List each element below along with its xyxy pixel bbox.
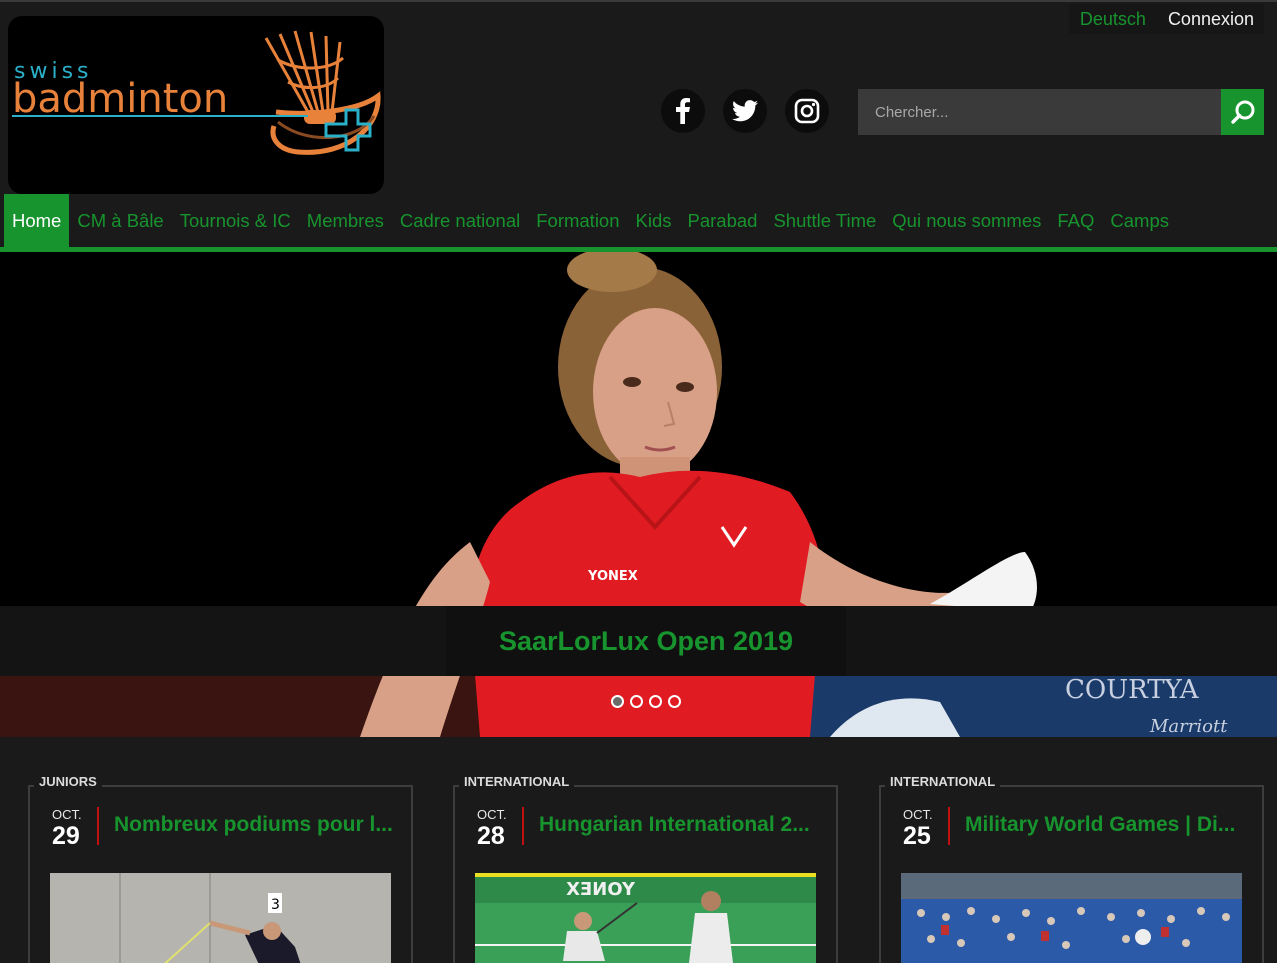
search-button[interactable] [1221,89,1264,135]
news-day: 25 [903,822,931,850]
news-category[interactable]: JUNIORS [34,771,102,793]
news-thumbnail[interactable]: YONEX [475,873,816,963]
news-date: OCT. 28 [477,807,525,849]
news-date: OCT. 25 [903,807,951,849]
slider-pagination [611,695,681,708]
news-thumbnail[interactable]: 3 [50,873,391,963]
search-bar [858,89,1264,135]
news-category[interactable]: INTERNATIONAL [885,771,1001,793]
slider-dot-4[interactable] [668,695,681,708]
date-separator [97,807,99,845]
news-thumbnail[interactable] [901,873,1242,963]
news-date: OCT. 29 [52,807,100,849]
news-title[interactable]: Hungarian International 2... [539,813,829,837]
logo-text-badminton: badminton [12,76,228,122]
nav-item-qui-nous-sommes[interactable]: Qui nous sommes [884,194,1049,247]
slider-dot-3[interactable] [649,695,662,708]
main-nav: Home CM à Bâle Tournois & IC Membres Cad… [4,194,1177,247]
slide-caption-text: SaarLorLux Open 2019 [498,625,794,656]
nav-item-membres[interactable]: Membres [299,194,392,247]
news-month: OCT. [52,807,82,822]
search-input[interactable] [858,89,1221,135]
instagram-icon[interactable] [785,89,829,133]
nav-item-cm-bale[interactable]: CM à Bâle [69,194,171,247]
facebook-icon[interactable] [661,89,705,133]
news-card[interactable]: INTERNATIONAL OCT. 25 Military World Gam… [879,771,1264,963]
news-title[interactable]: Military World Games | Di... [965,813,1255,837]
news-month: OCT. [903,807,933,822]
slider-dot-1[interactable] [611,695,624,708]
slider-dot-2[interactable] [630,695,643,708]
nav-item-tournois[interactable]: Tournois & IC [172,194,299,247]
hero-slider[interactable]: COURTYA Marriott YONEX SaarLorLux Open 2… [0,252,1277,737]
svg-text:COURTYA: COURTYA [1065,675,1200,705]
top-links: Deutsch Connexion [1068,4,1264,34]
nav-item-kids[interactable]: Kids [628,194,680,247]
social-links [661,89,829,133]
login-link[interactable]: Connexion [1157,4,1264,34]
date-separator [948,807,950,845]
nav-item-parabad[interactable]: Parabad [680,194,766,247]
news-day: 28 [477,822,505,850]
search-icon [1230,100,1254,124]
news-category[interactable]: INTERNATIONAL [459,771,575,793]
top-border [0,0,1277,2]
swiss-badminton-logo: swiss badminton [12,30,381,155]
nav-item-home[interactable]: Home [4,194,70,247]
slide-caption[interactable]: SaarLorLux Open 2019 [446,606,846,676]
date-separator [522,807,524,845]
nav-item-camps[interactable]: Camps [1102,194,1177,247]
nav-item-faq[interactable]: FAQ [1049,194,1102,247]
svg-text:Marriott: Marriott [1149,716,1228,737]
news-card[interactable]: JUNIORS OCT. 29 Nombreux podiums pour l.… [28,771,413,963]
news-card[interactable]: INTERNATIONAL OCT. 28 Hungarian Internat… [453,771,838,963]
twitter-icon[interactable] [723,89,767,133]
svg-text:YONEX: YONEX [587,569,638,584]
language-link[interactable]: Deutsch [1069,4,1157,34]
svg-text:YONEX: YONEX [566,879,636,900]
nav-item-cadre-national[interactable]: Cadre national [392,194,528,247]
svg-text:3: 3 [271,897,280,913]
news-title[interactable]: Nombreux podiums pour l... [114,813,404,837]
news-day: 29 [52,822,80,850]
nav-item-shuttle-time[interactable]: Shuttle Time [765,194,884,247]
news-month: OCT. [477,807,507,822]
nav-item-formation[interactable]: Formation [528,194,627,247]
news-section: JUNIORS OCT. 29 Nombreux podiums pour l.… [0,737,1277,963]
site-logo[interactable]: swiss badminton [8,16,384,194]
